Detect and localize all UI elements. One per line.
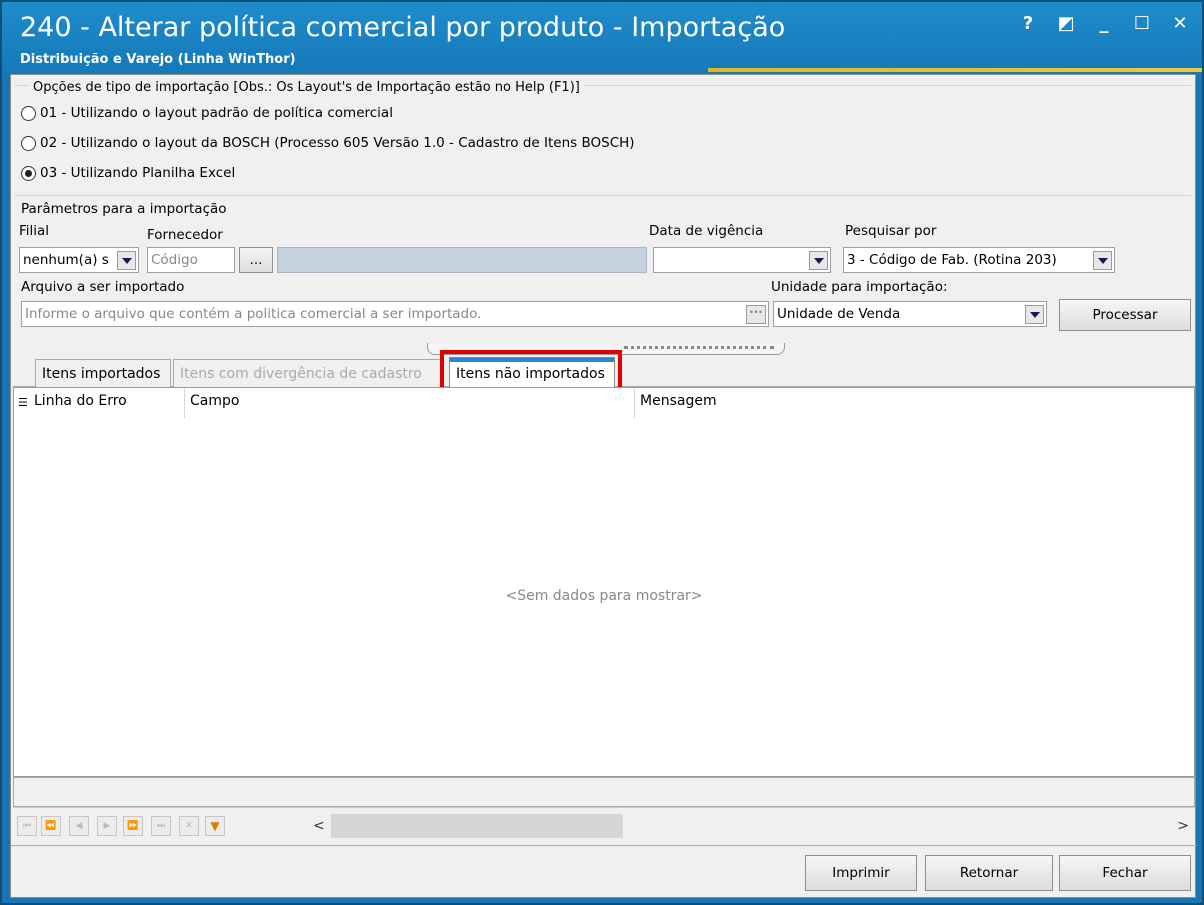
scroll-right-icon[interactable]: >	[1177, 818, 1189, 834]
option-01-row[interactable]: 01 - Utilizando o layout padrão de polít…	[21, 105, 393, 121]
next-record-icon[interactable]: ▶	[97, 816, 117, 836]
fornecedor-search-button[interactable]: ...	[239, 247, 273, 273]
column-separator	[634, 388, 635, 418]
data-vigencia-input[interactable]	[653, 247, 831, 273]
retornar-button[interactable]: Retornar	[925, 855, 1053, 891]
filial-label: Filial	[19, 223, 50, 239]
scroll-left-icon[interactable]: <	[313, 818, 325, 834]
help-button[interactable]: ?	[1018, 14, 1038, 34]
last-record-icon[interactable]: ⏭	[151, 816, 171, 836]
params-divider	[15, 195, 1191, 196]
data-grid[interactable]: ☰ Linha do Erro Campo Mensagem <Sem dado…	[13, 387, 1195, 777]
column-mensagem[interactable]: Mensagem	[640, 393, 717, 409]
data-vigencia-label: Data de vigência	[649, 223, 764, 239]
option-02-radio[interactable]	[21, 135, 36, 151]
minimize-button[interactable]: _	[1094, 14, 1114, 34]
pesquisar-value: 3 - Código de Fab. (Rotina 203)	[847, 252, 1057, 268]
unidade-value: Unidade de Venda	[777, 306, 901, 322]
grid-header: ☰ Linha do Erro Campo Mensagem	[14, 388, 1194, 418]
column-separator	[184, 388, 185, 418]
option-03-row[interactable]: 03 - Utilizando Planilha Excel	[21, 165, 235, 181]
fornecedor-code-input[interactable]: Código	[147, 247, 235, 273]
fornecedor-placeholder: Código	[151, 252, 198, 268]
arquivo-placeholder: Informe o arquivo que contém a politica …	[25, 306, 482, 322]
title-accent-bar	[708, 68, 1202, 72]
grid-navigator: ⏮ ⏪ ◀ ▶ ⏩ ⏭ ✕ ▼ < >	[13, 807, 1195, 843]
fornecedor-label: Fornecedor	[147, 227, 223, 243]
chevron-down-icon[interactable]	[1025, 305, 1044, 324]
horizontal-scroll-thumb[interactable]	[331, 814, 623, 838]
browse-file-button[interactable]: ···	[746, 305, 766, 324]
chevron-down-icon[interactable]	[117, 251, 136, 270]
window-subtitle: Distribuição e Varejo (Linha WinThor)	[20, 52, 296, 67]
arquivo-input[interactable]: Informe o arquivo que contém a politica …	[21, 301, 769, 327]
option-03-label: 03 - Utilizando Planilha Excel	[40, 165, 236, 181]
chevron-down-icon[interactable]	[1093, 251, 1112, 270]
imprimir-button[interactable]: Imprimir	[805, 855, 917, 891]
fechar-button[interactable]: Fechar	[1059, 855, 1191, 891]
import-options-legend: Opções de tipo de importação [Obs.: Os L…	[29, 80, 584, 95]
chevron-down-icon[interactable]	[809, 251, 828, 270]
filial-select[interactable]: nenhum(a) s	[19, 247, 139, 273]
column-chooser-icon[interactable]: ☰	[18, 396, 28, 409]
prev-page-icon[interactable]: ⏪	[41, 816, 61, 836]
column-linha-erro[interactable]: Linha do Erro	[34, 393, 127, 409]
window-title: 240 - Alterar política comercial por pro…	[20, 12, 786, 43]
option-03-radio[interactable]	[21, 165, 36, 181]
unidade-select[interactable]: Unidade de Venda	[773, 301, 1047, 327]
close-button[interactable]: ✕	[1170, 14, 1190, 34]
filial-value: nenhum(a) s	[23, 252, 109, 268]
option-01-radio[interactable]	[21, 105, 36, 121]
processar-button[interactable]: Processar	[1059, 299, 1191, 331]
splitter-grip	[624, 346, 774, 349]
window-controls: ? ◩ _ ☐ ✕	[1018, 14, 1190, 34]
next-page-icon[interactable]: ⏩	[123, 816, 143, 836]
title-bar: 240 - Alterar política comercial por pro…	[2, 2, 1202, 74]
footer-divider	[11, 845, 1197, 846]
prev-record-icon[interactable]: ◀	[69, 816, 89, 836]
option-02-label: 02 - Utilizando o layout da BOSCH (Proce…	[40, 135, 635, 151]
arquivo-label: Arquivo a ser importado	[21, 279, 185, 295]
tab-itens-importados[interactable]: Itens importados	[35, 359, 171, 387]
column-campo[interactable]: Campo	[190, 393, 239, 409]
params-legend: Parâmetros para a importação	[21, 201, 227, 217]
maximize-button[interactable]: ☐	[1132, 14, 1152, 34]
option-01-label: 01 - Utilizando o layout padrão de polít…	[40, 105, 393, 121]
pesquisar-label: Pesquisar por	[845, 223, 937, 239]
fornecedor-name-field	[277, 247, 647, 273]
option-02-row[interactable]: 02 - Utilizando o layout da BOSCH (Proce…	[21, 135, 635, 151]
client-area: Opções de tipo de importação [Obs.: Os L…	[10, 74, 1197, 898]
cancel-icon[interactable]: ✕	[179, 816, 199, 836]
pesquisar-select[interactable]: 3 - Código de Fab. (Rotina 203)	[843, 247, 1115, 273]
grid-footer	[13, 777, 1195, 807]
unidade-label: Unidade para importação:	[771, 279, 948, 295]
filter-icon[interactable]: ▼	[205, 816, 225, 836]
tab-itens-divergencia: Itens com divergência de cadastro	[173, 359, 443, 387]
first-record-icon[interactable]: ⏮	[17, 816, 37, 836]
empty-grid-message: <Sem dados para mostrar>	[505, 588, 703, 604]
restore-icon[interactable]: ◩	[1056, 14, 1076, 34]
app-window: 240 - Alterar política comercial por pro…	[0, 0, 1204, 905]
